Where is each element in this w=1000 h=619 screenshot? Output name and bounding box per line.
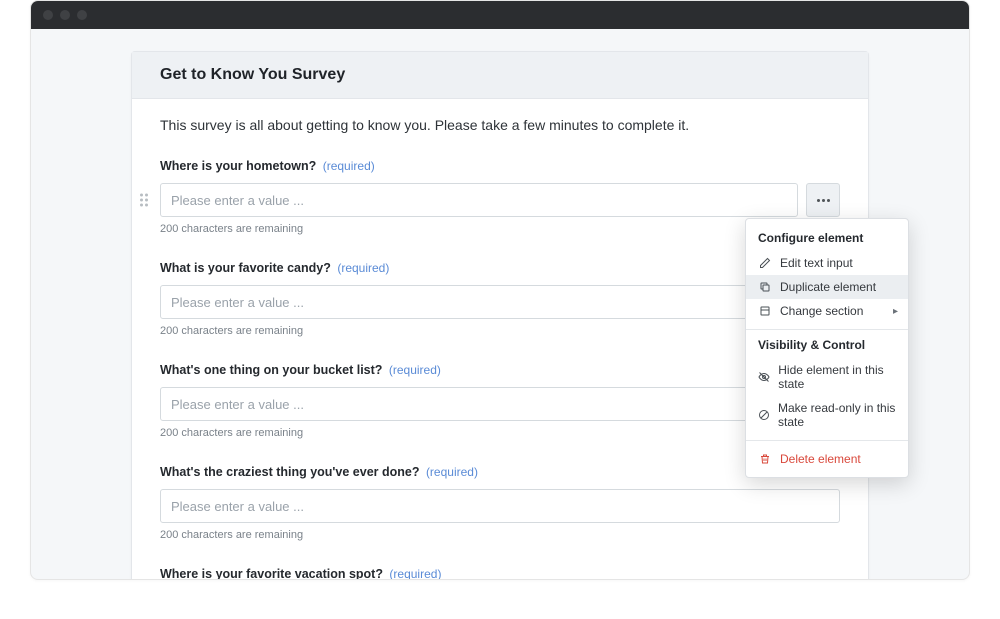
menu-item-label: Edit text input: [780, 256, 853, 270]
required-indicator: (required): [323, 159, 375, 173]
more-options-button[interactable]: [806, 183, 840, 217]
field-label-row: What's one thing on your bucket list? (r…: [160, 361, 840, 379]
menu-item-edit[interactable]: Edit text input: [746, 251, 908, 275]
menu-item-hide[interactable]: Hide element in this state: [746, 358, 908, 396]
input-row: [160, 489, 840, 523]
window-minimize-dot[interactable]: [60, 10, 70, 20]
required-indicator: (required): [426, 465, 478, 479]
menu-item-label: Make read-only in this state: [778, 401, 896, 429]
menu-item-label: Delete element: [780, 452, 861, 466]
field-label-row: Where is your hometown? (required): [160, 157, 840, 175]
craziest-input[interactable]: [160, 489, 840, 523]
menu-item-duplicate[interactable]: Duplicate element: [746, 275, 908, 299]
field-label-row: What's the craziest thing you've ever do…: [160, 463, 840, 481]
field-label-row: What is your favorite candy? (required): [160, 259, 840, 277]
char-remaining: 200 characters are remaining: [160, 325, 840, 337]
char-remaining: 200 characters are remaining: [160, 223, 840, 235]
menu-item-readonly[interactable]: Make read-only in this state: [746, 396, 908, 434]
section-icon: [758, 305, 772, 317]
survey-description: This survey is all about getting to know…: [160, 117, 840, 133]
menu-heading-configure: Configure element: [746, 229, 908, 251]
required-indicator: (required): [389, 363, 441, 377]
titlebar: [31, 1, 969, 29]
input-row: [160, 387, 840, 421]
eye-off-icon: [758, 371, 770, 383]
field-block-candy: What is your favorite candy? (required) …: [160, 259, 840, 337]
input-row: [160, 183, 840, 217]
duplicate-icon: [758, 281, 772, 293]
readonly-icon: [758, 409, 770, 421]
field-block-craziest: What's the craziest thing you've ever do…: [160, 463, 840, 541]
field-block-hometown: Where is your hometown? (required): [160, 157, 840, 235]
field-block-vacation: Where is your favorite vacation spot? (r…: [160, 565, 840, 579]
pencil-icon: [758, 257, 772, 269]
menu-item-label: Change section: [780, 304, 863, 318]
required-indicator: (required): [389, 567, 441, 579]
candy-input[interactable]: [160, 285, 840, 319]
menu-item-label: Hide element in this state: [778, 363, 896, 391]
menu-divider: [746, 440, 908, 441]
menu-divider: [746, 329, 908, 330]
required-indicator: (required): [337, 261, 389, 275]
field-label: Where is your hometown?: [160, 159, 316, 173]
card-header: Get to Know You Survey: [132, 52, 868, 99]
context-menu: Configure element Edit text input Duplic…: [745, 218, 909, 478]
menu-item-label: Duplicate element: [780, 280, 876, 294]
window-zoom-dot[interactable]: [77, 10, 87, 20]
field-block-bucketlist: What's one thing on your bucket list? (r…: [160, 361, 840, 439]
card-title: Get to Know You Survey: [160, 66, 840, 84]
field-label: What's one thing on your bucket list?: [160, 363, 382, 377]
hometown-input[interactable]: [160, 183, 798, 217]
field-label: What's the craziest thing you've ever do…: [160, 465, 419, 479]
input-row: [160, 285, 840, 319]
chevron-right-icon: ▸: [893, 306, 898, 317]
bucketlist-input[interactable]: [160, 387, 840, 421]
window-close-dot[interactable]: [43, 10, 53, 20]
menu-item-delete[interactable]: Delete element: [746, 447, 908, 471]
char-remaining: 200 characters are remaining: [160, 529, 840, 541]
char-remaining: 200 characters are remaining: [160, 427, 840, 439]
field-label: What is your favorite candy?: [160, 261, 331, 275]
trash-icon: [758, 453, 772, 465]
drag-handle-icon[interactable]: [140, 194, 148, 207]
menu-item-change-section[interactable]: Change section ▸: [746, 299, 908, 323]
field-label-row: Where is your favorite vacation spot? (r…: [160, 565, 840, 579]
field-label: Where is your favorite vacation spot?: [160, 567, 383, 579]
menu-heading-visibility: Visibility & Control: [746, 336, 908, 358]
